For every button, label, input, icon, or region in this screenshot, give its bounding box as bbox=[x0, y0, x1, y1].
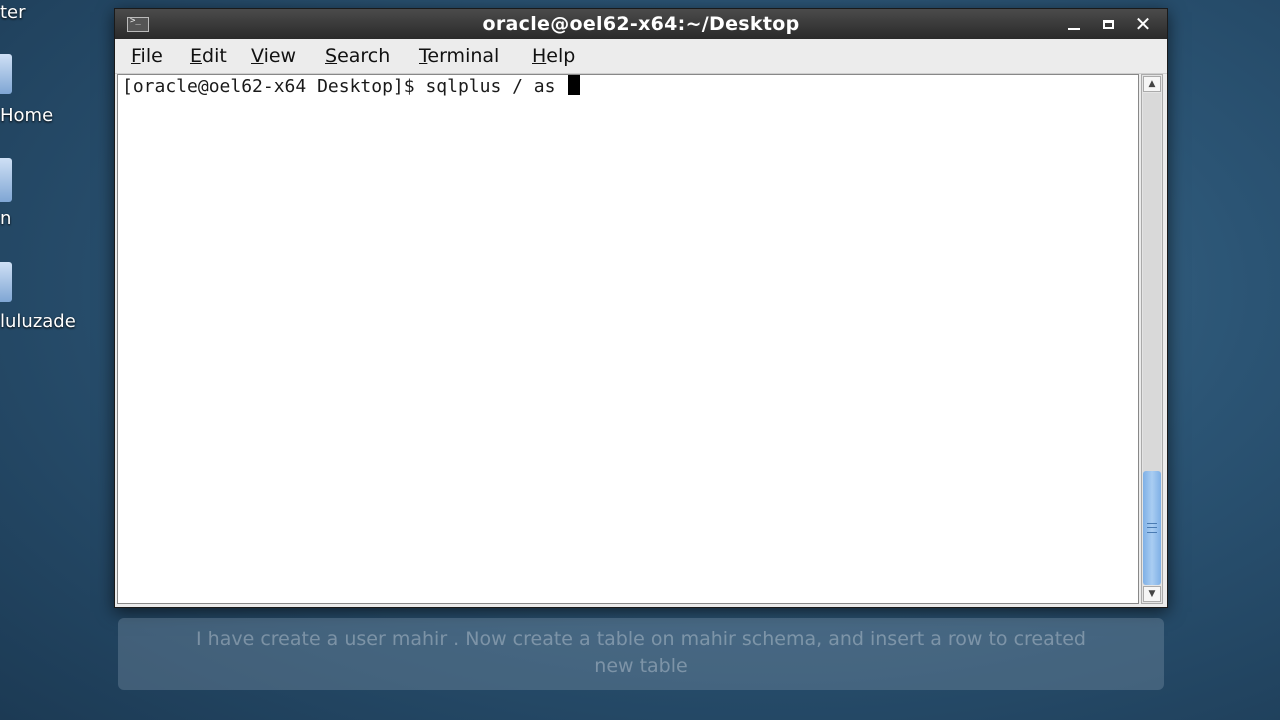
video-caption: I have create a user mahir . Now create … bbox=[118, 618, 1164, 690]
grip-icon bbox=[1147, 523, 1157, 533]
terminal-window[interactable]: oracle@oel62-x64:~/Desktop ✕ File Edit V… bbox=[114, 8, 1168, 608]
user-folder-icon[interactable] bbox=[0, 262, 12, 302]
menu-terminal[interactable]: Terminal bbox=[419, 45, 499, 67]
command-line: [oracle@oel62-x64 Desktop]$ sqlplus / as bbox=[122, 75, 581, 98]
menu-help[interactable]: Help bbox=[532, 45, 575, 67]
text-cursor bbox=[568, 75, 581, 95]
caption-line-1: I have create a user mahir . Now create … bbox=[196, 628, 1086, 650]
home-folder-icon[interactable] bbox=[0, 54, 12, 94]
minimize-icon bbox=[1068, 28, 1080, 30]
desktop-label-user[interactable]: luluzade bbox=[0, 311, 76, 332]
maximize-icon bbox=[1102, 20, 1114, 29]
scroll-down-button[interactable]: ▼ bbox=[1143, 586, 1161, 602]
menu-view[interactable]: View bbox=[251, 45, 296, 67]
desktop-label-home[interactable]: Home bbox=[0, 105, 53, 126]
close-icon: ✕ bbox=[1134, 12, 1152, 36]
menu-file[interactable]: File bbox=[131, 45, 163, 67]
desktop-label-trash[interactable]: n bbox=[0, 208, 11, 229]
chevron-up-icon: ▲ bbox=[1148, 79, 1156, 89]
menu-search[interactable]: Search bbox=[325, 45, 390, 67]
maximize-button[interactable] bbox=[1095, 12, 1121, 36]
scrollbar-track[interactable] bbox=[1143, 93, 1161, 585]
terminal-output[interactable]: [oracle@oel62-x64 Desktop]$ sqlplus / as bbox=[117, 74, 1139, 604]
scroll-up-button[interactable]: ▲ bbox=[1143, 76, 1161, 92]
typed-command: sqlplus / as bbox=[425, 76, 567, 97]
trash-icon[interactable] bbox=[0, 158, 12, 202]
minimize-button[interactable] bbox=[1061, 12, 1087, 36]
vertical-scrollbar[interactable]: ▲ ▼ bbox=[1141, 74, 1163, 604]
chevron-down-icon: ▼ bbox=[1148, 589, 1156, 599]
close-button[interactable]: ✕ bbox=[1130, 12, 1156, 36]
menu-bar: File Edit View Search Terminal Help bbox=[115, 39, 1167, 74]
shell-prompt: [oracle@oel62-x64 Desktop]$ bbox=[122, 76, 426, 97]
caption-line-2: new table bbox=[594, 655, 688, 677]
window-title: oracle@oel62-x64:~/Desktop bbox=[482, 13, 800, 35]
window-titlebar[interactable]: oracle@oel62-x64:~/Desktop ✕ bbox=[115, 9, 1167, 39]
menu-edit[interactable]: Edit bbox=[190, 45, 227, 67]
desktop-label-computer[interactable]: ter bbox=[0, 2, 26, 23]
scrollbar-thumb[interactable] bbox=[1143, 471, 1161, 585]
